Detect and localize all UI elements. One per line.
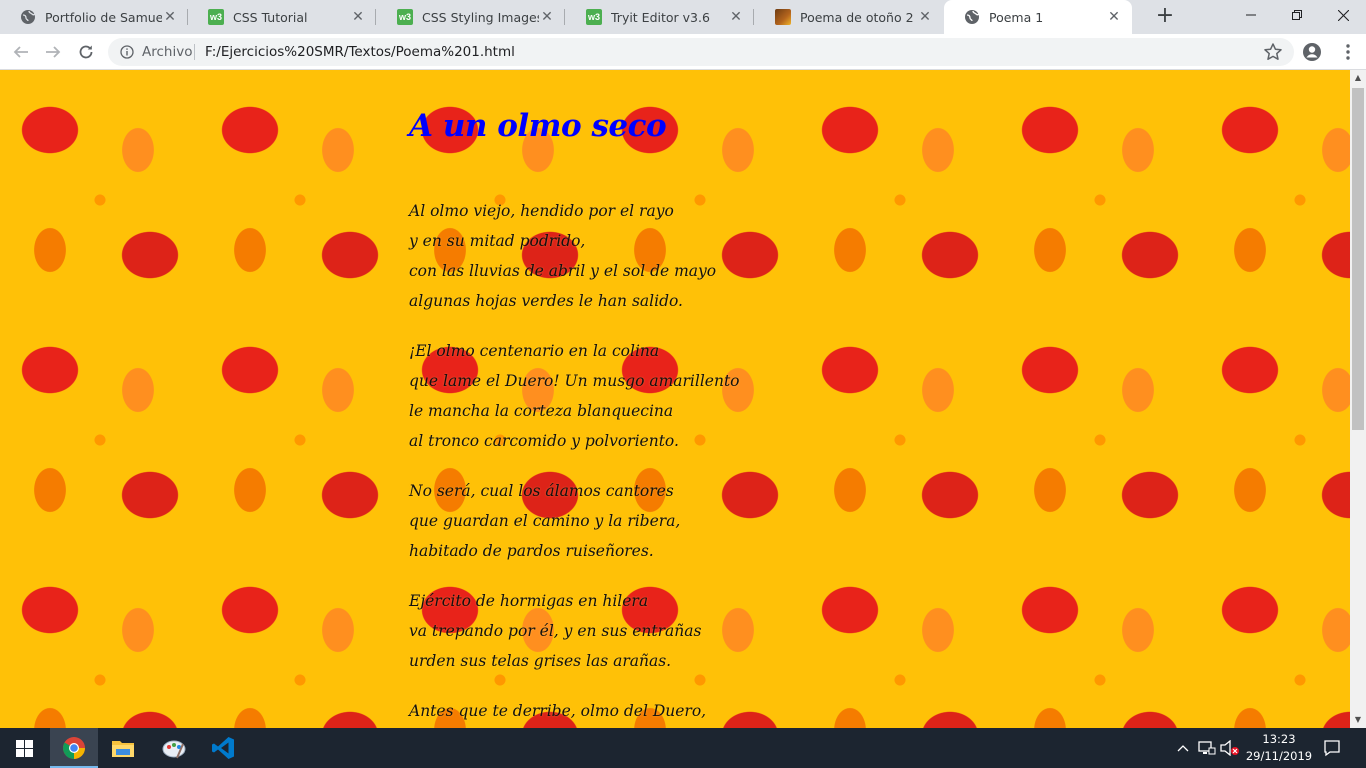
- url-text[interactable]: F:/Ejercicios%20SMR/Textos/Poema%201.htm…: [205, 38, 515, 66]
- tab-label: CSS Styling Images: [422, 9, 539, 25]
- menu-button[interactable]: [1335, 39, 1361, 65]
- poem-line: al tronco carcomido y polvoriento.: [409, 432, 679, 450]
- show-hidden-icons-icon[interactable]: [1173, 738, 1193, 758]
- poem-line: ¡El olmo centenario en la colina: [409, 342, 660, 360]
- system-clock[interactable]: 13:23 29/11/2019: [1244, 731, 1314, 765]
- paint-icon: [162, 740, 186, 759]
- poem-stanza: No será, cual los álamos cantores que gua…: [409, 476, 929, 566]
- arrow-right-icon: [46, 46, 61, 58]
- close-icon[interactable]: ✕: [350, 9, 366, 25]
- info-icon[interactable]: [120, 45, 134, 59]
- kebab-menu-icon: [1346, 44, 1350, 60]
- scroll-down-arrow-icon[interactable]: ▼: [1350, 712, 1366, 728]
- volume-muted-icon[interactable]: [1220, 738, 1240, 758]
- new-tab-button[interactable]: +: [1153, 5, 1177, 29]
- scheme-chip[interactable]: Archivo: [142, 38, 192, 66]
- tab-portfolio[interactable]: Portfolio de Samuel ✕: [0, 0, 188, 34]
- tab-label: Tryit Editor v3.6: [611, 9, 710, 25]
- tab-css-styling-images[interactable]: w3 CSS Styling Images ✕: [377, 0, 565, 34]
- book-icon: [775, 9, 791, 25]
- poem-line: Antes que te derribe, olmo del Duero,: [409, 702, 707, 720]
- minimize-icon: [1246, 14, 1256, 16]
- minimize-button[interactable]: [1228, 0, 1274, 30]
- poem-stanza: Ejército de hormigas en hilera va trepand…: [409, 586, 929, 676]
- restore-button[interactable]: [1274, 0, 1320, 30]
- tab-poema-1[interactable]: Poema 1 ✕: [944, 0, 1132, 34]
- poem-line: con las lluvias de abril y el sol de may…: [409, 262, 717, 280]
- chrome-icon: [63, 737, 85, 759]
- taskbar-paint[interactable]: [150, 728, 198, 768]
- taskbar-chrome[interactable]: [50, 728, 98, 768]
- account-icon: [1303, 43, 1321, 61]
- restore-icon: [1292, 10, 1302, 20]
- start-button[interactable]: [0, 728, 48, 768]
- back-button[interactable]: [8, 39, 34, 65]
- tab-label: CSS Tutorial: [233, 9, 308, 25]
- windows-taskbar: 13:23 29/11/2019: [0, 728, 1366, 768]
- poem-line: que lame el Duero! Un musgo amarillento: [409, 372, 740, 390]
- w3schools-icon: w3: [397, 9, 413, 25]
- scrollbar-thumb[interactable]: [1352, 88, 1364, 430]
- taskbar-vscode[interactable]: [199, 728, 247, 768]
- taskbar-file-explorer[interactable]: [99, 728, 147, 768]
- profile-button[interactable]: [1299, 39, 1325, 65]
- poem-body: Al olmo viejo, hendido por el rayo y en s…: [409, 196, 929, 728]
- address-bar[interactable]: Archivo F:/Ejercicios%20SMR/Textos/Poema…: [108, 38, 1294, 66]
- clock-date: 29/11/2019: [1245, 749, 1313, 763]
- poem-stanza: Al olmo viejo, hendido por el rayo y en s…: [409, 196, 929, 316]
- poem-line: le mancha la corteza blanquecina: [409, 402, 674, 420]
- globe-icon: [964, 9, 980, 25]
- poem-line: Al olmo viejo, hendido por el rayo: [409, 202, 674, 220]
- poem-line: habitado de pardos ruiseñores.: [409, 542, 654, 560]
- tab-css-tutorial[interactable]: w3 CSS Tutorial ✕: [188, 0, 376, 34]
- close-icon[interactable]: ✕: [1106, 9, 1122, 25]
- tab-tryit-editor[interactable]: w3 Tryit Editor v3.6 ✕: [566, 0, 754, 34]
- close-window-button[interactable]: [1320, 0, 1366, 30]
- action-center-icon[interactable]: [1322, 738, 1342, 758]
- poem-line: va trepando por él, y en sus entrañas: [409, 622, 702, 640]
- close-icon: [1337, 9, 1349, 21]
- browser-toolbar: Archivo F:/Ejercicios%20SMR/Textos/Poema…: [0, 34, 1366, 70]
- windows-start-icon: [15, 739, 33, 757]
- network-icon[interactable]: [1197, 738, 1217, 758]
- poem-title: A un olmo seco: [409, 108, 667, 144]
- poem-line: algunas hojas verdes le han salido.: [409, 292, 683, 310]
- poem-line: No será, cual los álamos cantores: [409, 482, 674, 500]
- poem-line: y en su mitad podrido,: [409, 232, 586, 250]
- poem-line: urden sus telas grises las arañas.: [409, 652, 672, 670]
- reload-icon: [79, 45, 93, 59]
- bookmark-star-icon[interactable]: [1263, 42, 1283, 62]
- close-icon[interactable]: ✕: [917, 9, 933, 25]
- vertical-scrollbar[interactable]: ▲ ▼: [1350, 70, 1366, 728]
- globe-icon: [20, 9, 36, 25]
- close-icon[interactable]: ✕: [539, 9, 555, 25]
- vscode-icon: [212, 737, 234, 759]
- scroll-up-arrow-icon[interactable]: ▲: [1350, 70, 1366, 86]
- clock-time: 13:23: [1262, 732, 1296, 746]
- poem-line: que guardan el camino y la ribera,: [409, 512, 681, 530]
- tab-poema-otono-2[interactable]: Poema de otoño 2 ✕: [755, 0, 943, 34]
- close-icon[interactable]: ✕: [162, 9, 178, 25]
- reload-button[interactable]: [73, 39, 99, 65]
- tab-strip: Portfolio de Samuel ✕ w3 CSS Tutorial ✕ …: [0, 0, 1366, 34]
- w3schools-icon: w3: [208, 9, 224, 25]
- close-icon[interactable]: ✕: [728, 9, 744, 25]
- page-viewport: A un olmo seco Al olmo viejo, hendido po…: [0, 70, 1350, 728]
- forward-button[interactable]: [40, 39, 66, 65]
- poem-stanza: Antes que te derribe, olmo del Duero,con…: [409, 696, 929, 728]
- poem: A un olmo seco Al olmo viejo, hendido po…: [409, 104, 929, 728]
- tab-label: Portfolio de Samuel: [45, 9, 162, 25]
- poem-stanza: ¡El olmo centenario en la colina que lame…: [409, 336, 929, 456]
- w3schools-icon: w3: [586, 9, 602, 25]
- arrow-left-icon: [13, 46, 28, 58]
- poem-line: Ejército de hormigas en hilera: [409, 592, 649, 610]
- file-explorer-icon: [112, 741, 134, 757]
- tab-label: Poema de otoño 2: [800, 9, 914, 25]
- tab-label: Poema 1: [989, 9, 1044, 25]
